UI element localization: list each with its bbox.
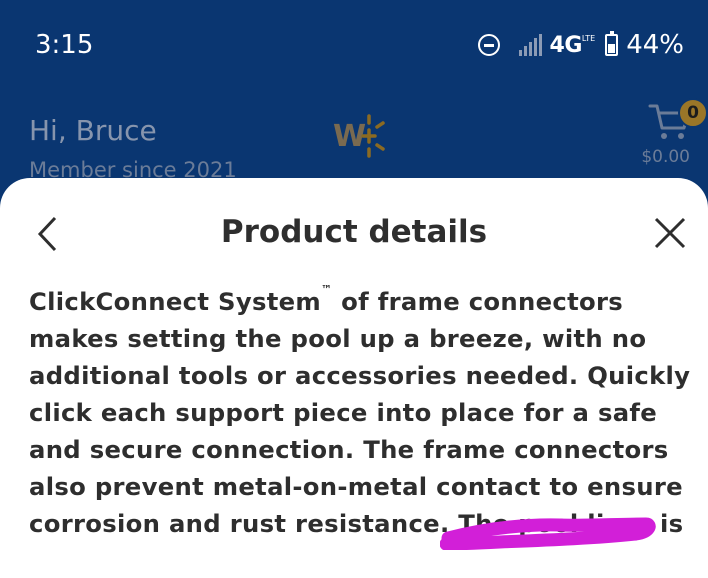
description-line: also prevent metal-on-metal contact to e… — [29, 472, 683, 501]
status-icons: 4GLTE 44% — [477, 29, 684, 61]
description-line-1-start: ClickConnect System — [29, 287, 322, 316]
status-time: 3:15 — [35, 30, 94, 60]
description-line: corrosion and rust resistance. The pool … — [29, 509, 684, 538]
network-sub-label: LTE — [581, 33, 596, 43]
description-line: additional tools or accessories needed. … — [29, 361, 691, 390]
network-indicator: 4GLTE — [550, 33, 596, 58]
cart-total: $0.00 — [641, 147, 690, 167]
battery-icon — [605, 31, 619, 56]
trademark-symbol: ™ — [321, 283, 333, 296]
description-line-1-rest: of frame connectors — [332, 287, 624, 316]
walmart-plus-logo[interactable]: W — [333, 111, 393, 161]
close-button[interactable] — [652, 215, 688, 251]
description-line: ClickConnect System™ of frame connectors — [29, 283, 689, 320]
close-icon — [654, 217, 686, 249]
signal-icon — [518, 34, 542, 56]
cart-button[interactable]: 0 $0.00 — [640, 98, 708, 170]
do-not-disturb-icon — [477, 34, 500, 56]
greeting: Hi, Bruce — [29, 114, 157, 147]
sheet-title: Product details — [220, 214, 488, 250]
battery-percent: 44% — [626, 30, 684, 60]
description-line: click each support piece into place for … — [29, 398, 658, 427]
cart-count-badge: 0 — [678, 98, 708, 128]
description-line: makes setting the pool up a breeze, with… — [29, 324, 647, 353]
status-bar: 3:15 4GLTE 44% — [0, 0, 708, 90]
description-line: and secure connection. The frame connect… — [29, 435, 669, 464]
battery-level — [608, 44, 616, 53]
product-details-sheet: Product details ClickConnect System™ of … — [0, 178, 708, 578]
svg-text:W: W — [333, 119, 366, 154]
network-label: 4G — [549, 32, 583, 58]
product-description: ClickConnect System™ of frame connectors… — [29, 283, 691, 542]
